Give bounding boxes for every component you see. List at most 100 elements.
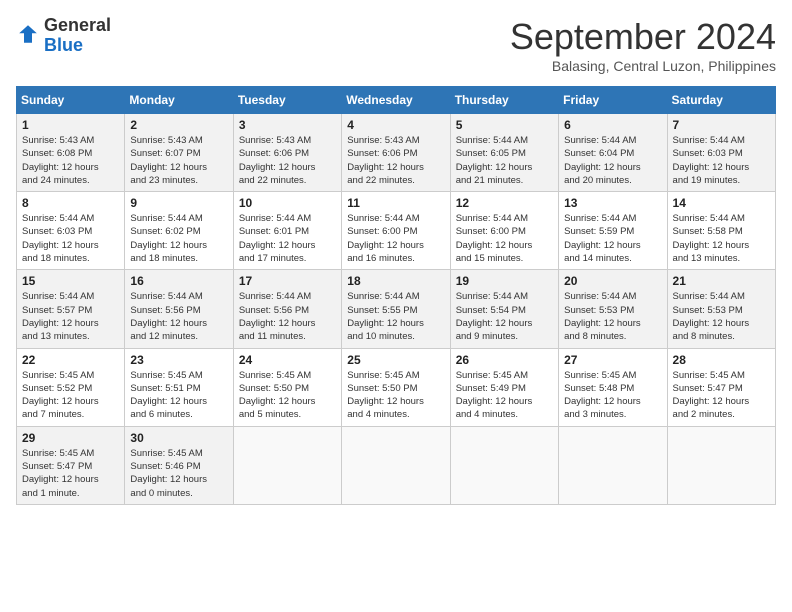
calendar-cell (342, 426, 450, 504)
day-number: 12 (456, 196, 553, 210)
day-info: Sunrise: 5:44 AM Sunset: 6:02 PM Dayligh… (130, 212, 227, 265)
day-number: 23 (130, 353, 227, 367)
calendar-body: 1 Sunrise: 5:43 AM Sunset: 6:08 PM Daylig… (17, 114, 776, 505)
day-number: 15 (22, 274, 119, 288)
day-number: 20 (564, 274, 661, 288)
day-number: 30 (130, 431, 227, 445)
weekday-header-friday: Friday (559, 87, 667, 114)
calendar-cell: 1 Sunrise: 5:43 AM Sunset: 6:08 PM Daylig… (17, 114, 125, 192)
calendar-cell: 27 Sunrise: 5:45 AM Sunset: 5:48 PM Dayli… (559, 348, 667, 426)
day-info: Sunrise: 5:45 AM Sunset: 5:50 PM Dayligh… (347, 369, 444, 422)
calendar-cell (233, 426, 341, 504)
day-number: 6 (564, 118, 661, 132)
logo-icon (16, 22, 40, 46)
calendar-cell: 28 Sunrise: 5:45 AM Sunset: 5:47 PM Dayli… (667, 348, 775, 426)
day-info: Sunrise: 5:44 AM Sunset: 5:56 PM Dayligh… (239, 290, 336, 343)
calendar-week-1: 1 Sunrise: 5:43 AM Sunset: 6:08 PM Daylig… (17, 114, 776, 192)
calendar-cell: 14 Sunrise: 5:44 AM Sunset: 5:58 PM Dayli… (667, 192, 775, 270)
day-info: Sunrise: 5:44 AM Sunset: 5:57 PM Dayligh… (22, 290, 119, 343)
weekday-header-tuesday: Tuesday (233, 87, 341, 114)
day-number: 4 (347, 118, 444, 132)
day-info: Sunrise: 5:44 AM Sunset: 5:53 PM Dayligh… (564, 290, 661, 343)
day-info: Sunrise: 5:45 AM Sunset: 5:52 PM Dayligh… (22, 369, 119, 422)
day-info: Sunrise: 5:44 AM Sunset: 6:03 PM Dayligh… (22, 212, 119, 265)
day-number: 21 (673, 274, 770, 288)
weekday-header-thursday: Thursday (450, 87, 558, 114)
calendar-table: SundayMondayTuesdayWednesdayThursdayFrid… (16, 86, 776, 505)
day-number: 14 (673, 196, 770, 210)
location-title: Balasing, Central Luzon, Philippines (510, 58, 776, 74)
day-info: Sunrise: 5:44 AM Sunset: 6:00 PM Dayligh… (456, 212, 553, 265)
day-number: 24 (239, 353, 336, 367)
day-info: Sunrise: 5:45 AM Sunset: 5:48 PM Dayligh… (564, 369, 661, 422)
calendar-cell: 12 Sunrise: 5:44 AM Sunset: 6:00 PM Dayli… (450, 192, 558, 270)
day-info: Sunrise: 5:44 AM Sunset: 6:05 PM Dayligh… (456, 134, 553, 187)
day-number: 29 (22, 431, 119, 445)
calendar-cell (559, 426, 667, 504)
day-info: Sunrise: 5:45 AM Sunset: 5:49 PM Dayligh… (456, 369, 553, 422)
day-info: Sunrise: 5:44 AM Sunset: 5:54 PM Dayligh… (456, 290, 553, 343)
day-number: 17 (239, 274, 336, 288)
calendar-cell: 11 Sunrise: 5:44 AM Sunset: 6:00 PM Dayli… (342, 192, 450, 270)
calendar-cell: 8 Sunrise: 5:44 AM Sunset: 6:03 PM Daylig… (17, 192, 125, 270)
calendar-cell: 5Sunrise: 5:44 AM Sunset: 6:05 PM Daylig… (450, 114, 558, 192)
day-number: 7 (673, 118, 770, 132)
day-number: 26 (456, 353, 553, 367)
day-info: Sunrise: 5:45 AM Sunset: 5:50 PM Dayligh… (239, 369, 336, 422)
calendar-cell: 10Sunrise: 5:44 AM Sunset: 6:01 PM Dayli… (233, 192, 341, 270)
calendar-cell: 17 Sunrise: 5:44 AM Sunset: 5:56 PM Dayli… (233, 270, 341, 348)
day-info: Sunrise: 5:43 AM Sunset: 6:06 PM Dayligh… (347, 134, 444, 187)
day-info: Sunrise: 5:45 AM Sunset: 5:51 PM Dayligh… (130, 369, 227, 422)
calendar-cell: 2 Sunrise: 5:43 AM Sunset: 6:07 PM Daylig… (125, 114, 233, 192)
day-number: 25 (347, 353, 444, 367)
day-info: Sunrise: 5:44 AM Sunset: 5:58 PM Dayligh… (673, 212, 770, 265)
day-number: 19 (456, 274, 553, 288)
calendar-cell (450, 426, 558, 504)
calendar-cell: 24 Sunrise: 5:45 AM Sunset: 5:50 PM Dayli… (233, 348, 341, 426)
day-info: Sunrise: 5:43 AM Sunset: 6:08 PM Dayligh… (22, 134, 119, 187)
day-info: Sunrise: 5:44 AM Sunset: 6:01 PM Dayligh… (239, 212, 336, 265)
day-number: 8 (22, 196, 119, 210)
calendar-cell: 21 Sunrise: 5:44 AM Sunset: 5:53 PM Dayli… (667, 270, 775, 348)
title-area: September 2024 Balasing, Central Luzon, … (510, 16, 776, 74)
day-info: Sunrise: 5:45 AM Sunset: 5:46 PM Dayligh… (130, 447, 227, 500)
day-info: Sunrise: 5:44 AM Sunset: 6:03 PM Dayligh… (673, 134, 770, 187)
logo-general-text: General (44, 15, 111, 35)
calendar-cell (667, 426, 775, 504)
day-info: Sunrise: 5:45 AM Sunset: 5:47 PM Dayligh… (673, 369, 770, 422)
calendar-week-2: 8 Sunrise: 5:44 AM Sunset: 6:03 PM Daylig… (17, 192, 776, 270)
day-info: Sunrise: 5:44 AM Sunset: 5:56 PM Dayligh… (130, 290, 227, 343)
calendar-cell: 9 Sunrise: 5:44 AM Sunset: 6:02 PM Daylig… (125, 192, 233, 270)
day-number: 1 (22, 118, 119, 132)
weekday-header-saturday: Saturday (667, 87, 775, 114)
day-number: 27 (564, 353, 661, 367)
page-header: General Blue September 2024 Balasing, Ce… (16, 16, 776, 74)
calendar-cell: 18Sunrise: 5:44 AM Sunset: 5:55 PM Dayli… (342, 270, 450, 348)
day-number: 28 (673, 353, 770, 367)
calendar-week-5: 29 Sunrise: 5:45 AM Sunset: 5:47 PM Dayli… (17, 426, 776, 504)
calendar-week-4: 22Sunrise: 5:45 AM Sunset: 5:52 PM Dayli… (17, 348, 776, 426)
month-title: September 2024 (510, 16, 776, 58)
day-number: 13 (564, 196, 661, 210)
calendar-week-3: 15 Sunrise: 5:44 AM Sunset: 5:57 PM Dayli… (17, 270, 776, 348)
calendar-cell: 4 Sunrise: 5:43 AM Sunset: 6:06 PM Daylig… (342, 114, 450, 192)
calendar-cell: 15 Sunrise: 5:44 AM Sunset: 5:57 PM Dayli… (17, 270, 125, 348)
day-number: 11 (347, 196, 444, 210)
day-number: 2 (130, 118, 227, 132)
day-info: Sunrise: 5:45 AM Sunset: 5:47 PM Dayligh… (22, 447, 119, 500)
calendar-cell: 30 Sunrise: 5:45 AM Sunset: 5:46 PM Dayli… (125, 426, 233, 504)
day-info: Sunrise: 5:44 AM Sunset: 6:00 PM Dayligh… (347, 212, 444, 265)
calendar-cell: 29 Sunrise: 5:45 AM Sunset: 5:47 PM Dayli… (17, 426, 125, 504)
day-info: Sunrise: 5:43 AM Sunset: 6:06 PM Dayligh… (239, 134, 336, 187)
calendar-cell: 3Sunrise: 5:43 AM Sunset: 6:06 PM Daylig… (233, 114, 341, 192)
calendar-cell: 7 Sunrise: 5:44 AM Sunset: 6:03 PM Daylig… (667, 114, 775, 192)
weekday-header-row: SundayMondayTuesdayWednesdayThursdayFrid… (17, 87, 776, 114)
day-info: Sunrise: 5:43 AM Sunset: 6:07 PM Dayligh… (130, 134, 227, 187)
calendar-cell: 25 Sunrise: 5:45 AM Sunset: 5:50 PM Dayli… (342, 348, 450, 426)
calendar-cell: 20 Sunrise: 5:44 AM Sunset: 5:53 PM Dayli… (559, 270, 667, 348)
calendar-cell: 26 Sunrise: 5:45 AM Sunset: 5:49 PM Dayli… (450, 348, 558, 426)
day-number: 9 (130, 196, 227, 210)
calendar-cell: 6Sunrise: 5:44 AM Sunset: 6:04 PM Daylig… (559, 114, 667, 192)
day-info: Sunrise: 5:44 AM Sunset: 5:53 PM Dayligh… (673, 290, 770, 343)
weekday-header-monday: Monday (125, 87, 233, 114)
